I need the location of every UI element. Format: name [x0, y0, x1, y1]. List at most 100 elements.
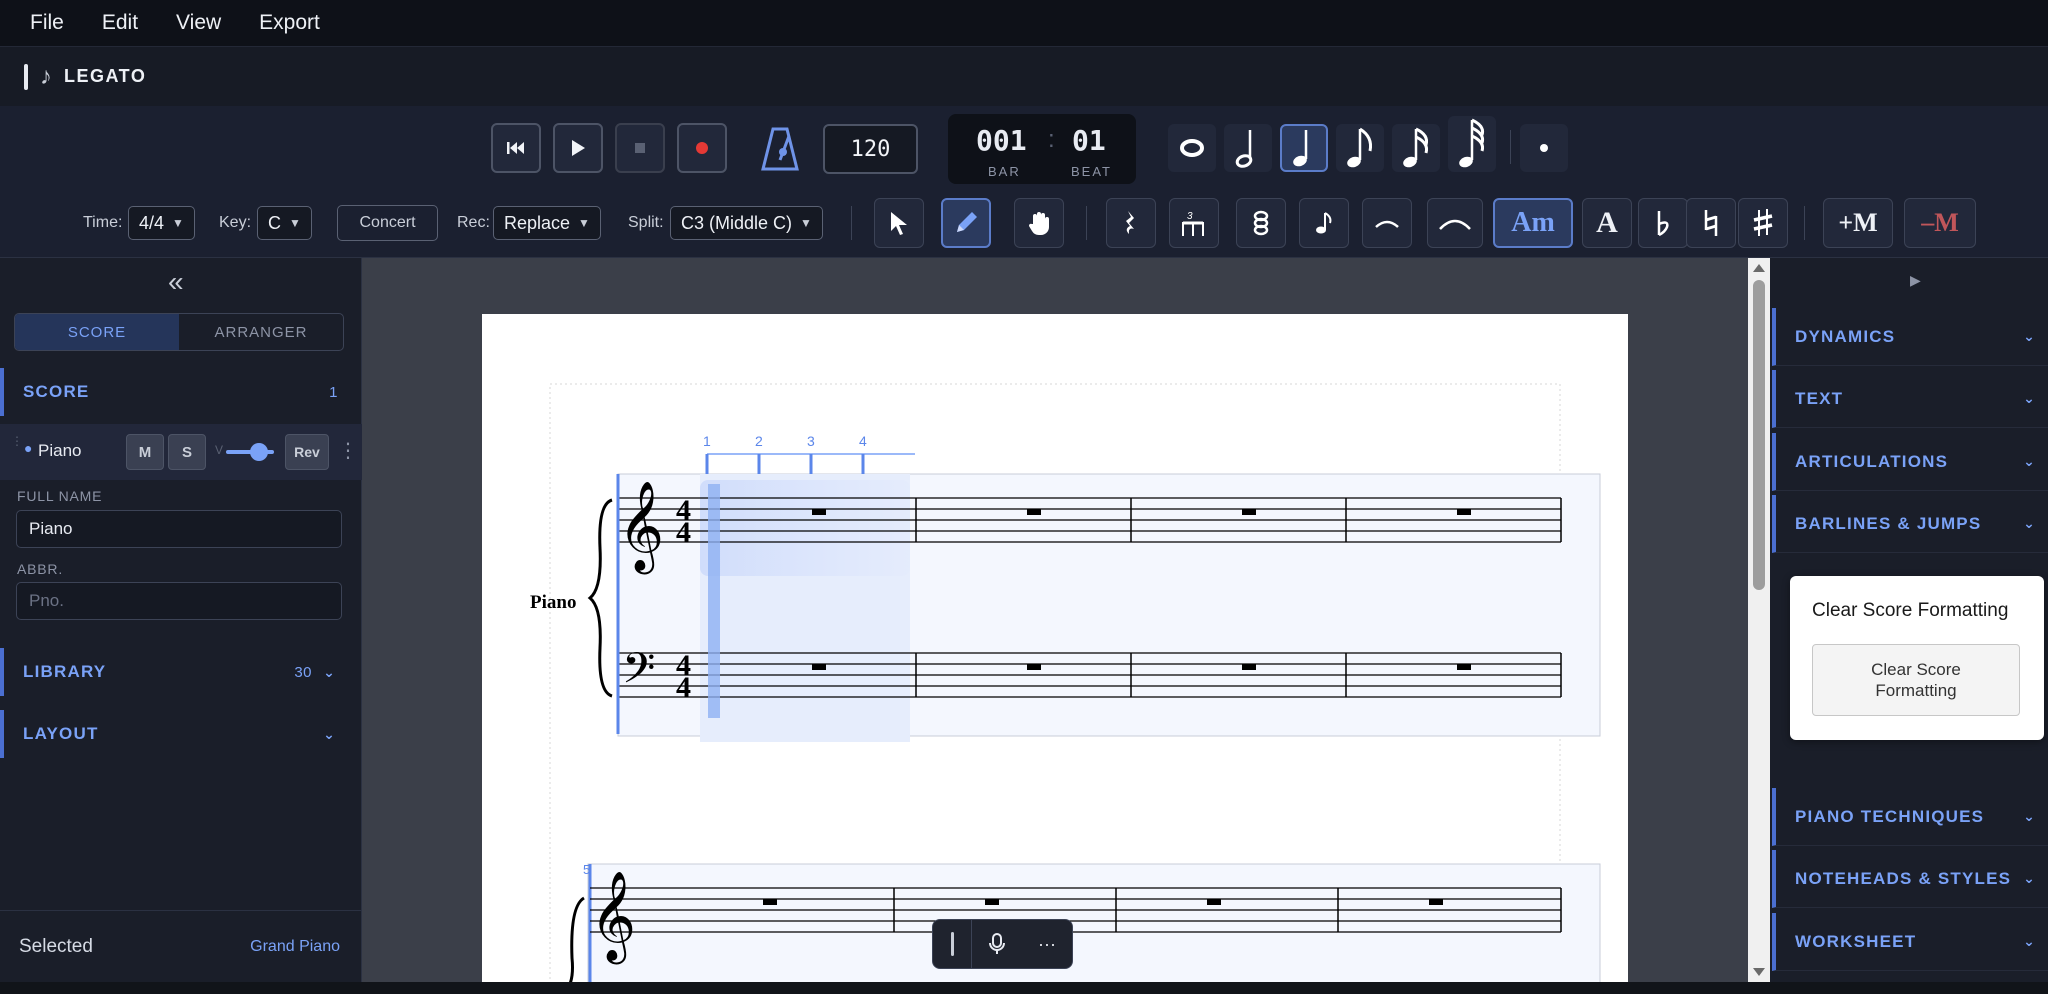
library-section-header[interactable]: LIBRARY 30 ⌄ [0, 648, 362, 696]
tab-score[interactable]: SCORE [15, 314, 179, 350]
scrollbar-thumb[interactable] [1753, 280, 1765, 590]
score-canvas[interactable]: 1 2 3 4 Piano 𝄞 𝄢 4 4 4 4 5 𝄞 [362, 258, 1748, 982]
menu-export[interactable]: Export [251, 7, 328, 39]
solo-button[interactable]: S [168, 434, 206, 470]
layout-section-header[interactable]: LAYOUT ⌄ [0, 710, 362, 758]
library-count: 30 [294, 663, 312, 681]
expand-panel-icon[interactable]: ▶ [1910, 272, 1921, 289]
instrument-label: Piano [530, 592, 576, 613]
whole-note-button[interactable] [1168, 124, 1216, 172]
microphone-icon [989, 933, 1005, 954]
key-label: Key: [219, 214, 252, 231]
transport-separator [1510, 130, 1511, 164]
time-signature-select[interactable]: 4/4 ▼ [128, 206, 195, 240]
drag-handle-icon[interactable]: ⋮ [11, 435, 23, 447]
cursor-arrow-icon [891, 212, 907, 235]
playhead-cursor[interactable] [708, 484, 720, 718]
noteheads-styles-section-header[interactable]: NOTEHEADS & STYLES ⌄ [1772, 850, 2048, 908]
score-count: 1 [329, 383, 338, 401]
beat-marker-label: 1 [703, 433, 711, 449]
reverb-button[interactable]: Rev [285, 434, 329, 470]
drag-handle-icon[interactable] [933, 920, 971, 968]
metronome-button[interactable] [755, 124, 805, 174]
dynamics-section-header[interactable]: DYNAMICS ⌄ [1772, 308, 2048, 366]
text-section-header[interactable]: TEXT ⌄ [1772, 370, 2048, 428]
clear-score-formatting-button[interactable]: Clear Score Formatting [1812, 644, 2020, 716]
score-section-header[interactable]: SCORE 1 [0, 368, 362, 416]
dot-button[interactable] [1520, 124, 1568, 172]
split-point-select[interactable]: C3 (Middle C) ▼ [670, 206, 823, 240]
scroll-down-icon[interactable] [1753, 968, 1765, 976]
scroll-up-icon[interactable] [1753, 264, 1765, 272]
counter-separator: : [1048, 126, 1055, 153]
bar-label: BAR [988, 164, 1021, 179]
chevron-down-icon: ⌄ [323, 725, 336, 742]
half-note-button[interactable] [1224, 124, 1272, 172]
chord-stack-icon [1253, 210, 1269, 236]
hand-tool-button[interactable] [1014, 198, 1064, 248]
hand-icon [1028, 212, 1049, 236]
sharp-button[interactable] [1738, 198, 1788, 248]
barlines-jumps-section-header[interactable]: BARLINES & JUMPS ⌄ [1772, 495, 2048, 553]
full-name-input[interactable]: Piano [16, 510, 342, 548]
remove-measure-button[interactable]: –M [1904, 198, 1976, 248]
text-button[interactable]: A [1582, 198, 1632, 248]
more-options-icon[interactable]: ··· [1022, 920, 1072, 968]
piano-techniques-section-header[interactable]: PIANO TECHNIQUES ⌄ [1772, 788, 2048, 846]
quarter-note-button[interactable] [1280, 124, 1328, 172]
tie-button[interactable] [1362, 198, 1412, 248]
volume-slider-thumb[interactable] [250, 443, 268, 461]
slur-button[interactable] [1427, 198, 1483, 248]
more-options-icon[interactable]: ⋮ [338, 438, 358, 463]
chevron-down-icon: ⌄ [2023, 808, 2036, 824]
beat-label: BEAT [1071, 164, 1112, 179]
instrument-row[interactable]: ⋮ ● Piano M S V Rev ⋮ [0, 424, 362, 480]
volume-slider[interactable] [226, 443, 274, 461]
tuplet-button[interactable]: 3 [1169, 198, 1219, 248]
chord-symbol-button[interactable]: Am [1493, 198, 1573, 248]
flat-button[interactable] [1638, 198, 1688, 248]
articulations-section-header[interactable]: ARTICULATIONS ⌄ [1772, 433, 2048, 491]
record-mode-select[interactable]: Replace ▼ [493, 206, 601, 240]
sixteenth-note-button[interactable] [1392, 124, 1440, 172]
menu-file[interactable]: File [22, 7, 72, 39]
section-title: NOTEHEADS & STYLES [1795, 868, 2012, 888]
worksheet-section-header[interactable]: WORKSHEET ⌄ [1772, 913, 2048, 971]
section-title: TEXT [1795, 388, 1844, 408]
stop-button[interactable] [615, 123, 665, 173]
play-button[interactable] [553, 123, 603, 173]
rest-button[interactable] [1106, 198, 1156, 248]
menu-view[interactable]: View [168, 7, 229, 39]
record-button[interactable] [677, 123, 727, 173]
select-tool-button[interactable] [874, 198, 924, 248]
rewind-button[interactable] [491, 123, 541, 173]
abbr-label: ABBR. [17, 561, 64, 577]
concert-button[interactable]: Concert [337, 205, 438, 241]
abbr-input[interactable]: Pno. [16, 582, 342, 620]
chord-stack-button[interactable] [1236, 198, 1286, 248]
tempo-input[interactable]: 120 [823, 124, 918, 174]
pencil-tool-button[interactable] [941, 198, 991, 248]
selected-instrument[interactable]: Grand Piano [250, 938, 340, 956]
key-signature-select[interactable]: C ▼ [257, 206, 312, 240]
tab-arranger[interactable]: ARRANGER [179, 314, 343, 350]
mute-button[interactable]: M [126, 434, 164, 470]
tie-icon [1375, 220, 1399, 228]
eighth-note-button[interactable] [1336, 124, 1384, 172]
rec-label: Rec: [457, 214, 490, 231]
view-tabs: SCORE ARRANGER [14, 313, 344, 351]
score-page[interactable]: 1 2 3 4 Piano 𝄞 𝄢 4 4 4 4 5 𝄞 [362, 258, 1748, 982]
natural-button[interactable] [1686, 198, 1736, 248]
microphone-button[interactable] [972, 920, 1022, 968]
volume-label: V [215, 443, 224, 457]
collapse-sidebar-icon[interactable]: « [168, 266, 184, 298]
menu-edit[interactable]: Edit [94, 7, 146, 39]
thirty-second-note-button[interactable] [1448, 116, 1496, 172]
section-title: ARTICULATIONS [1795, 451, 1949, 471]
vertical-scrollbar[interactable] [1748, 258, 1770, 982]
grace-note-button[interactable] [1299, 198, 1349, 248]
svg-text:3: 3 [1187, 211, 1193, 222]
add-measure-button[interactable]: +M [1823, 198, 1893, 248]
split-label: Split: [628, 214, 664, 231]
metronome-icon [761, 127, 799, 171]
